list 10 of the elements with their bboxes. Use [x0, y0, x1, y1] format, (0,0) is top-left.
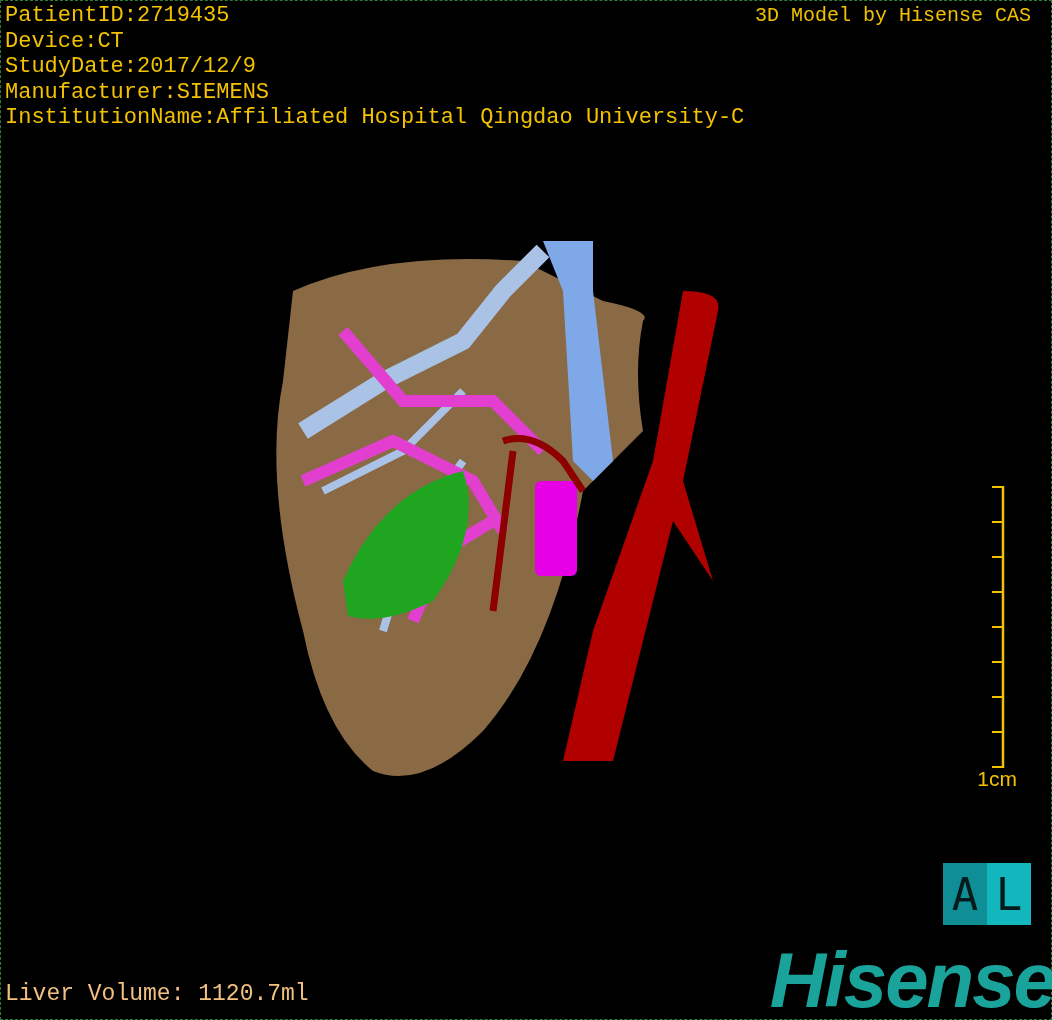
scale-label: 1cm: [977, 768, 1017, 790]
patient-info-text: Manufacturer:SIEMENS: [5, 79, 271, 105]
liver-volume-text: Liver Volume: 1120.7ml: [5, 981, 309, 1007]
patient-info-text: InstitutionName:Affiliated Hospital Qingdao University-C: [5, 105, 745, 131]
orientation-face[interactable]: A: [943, 863, 987, 925]
viewer-title: 3D Model by Hisense CAS: [754, 3, 1031, 29]
orientation-face[interactable]: L: [987, 863, 1031, 925]
patient-info-text: StudyDate:2017/12/9: [5, 54, 257, 80]
patient-info-text: PatientID:2719435: [5, 3, 231, 29]
patient-info-text: Device:CT: [5, 28, 125, 54]
